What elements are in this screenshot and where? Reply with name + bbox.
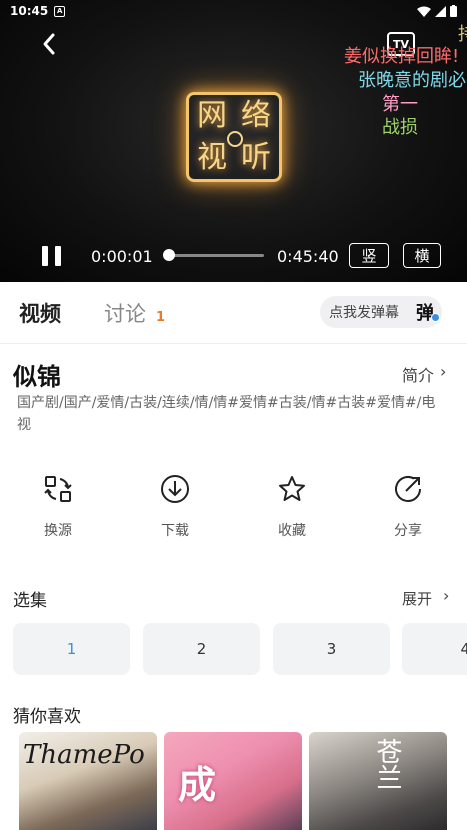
broadcast-logo: 网 络 视 听: [186, 92, 282, 182]
favorite-label: 收藏: [278, 523, 306, 539]
episode-button[interactable]: 1: [13, 623, 130, 675]
discuss-count-badge: 1: [156, 310, 166, 325]
status-bar: 10:45 A: [0, 0, 467, 22]
logo-char: 视: [197, 140, 227, 175]
wifi-icon: [417, 6, 431, 17]
recommend-title: 猜你喜欢: [13, 707, 81, 727]
tab-video[interactable]: 视频: [19, 298, 61, 328]
danmaku-placeholder: 点我发弹幕: [329, 305, 399, 321]
back-icon[interactable]: [36, 30, 64, 58]
episode-button[interactable]: 4: [402, 623, 467, 675]
current-time: 0:00:01: [91, 247, 153, 266]
recommend-poster[interactable]: 苍兰: [309, 732, 447, 830]
poster-title: 成: [178, 762, 217, 807]
chevron-right-icon[interactable]: ›: [440, 362, 446, 381]
episode-button[interactable]: 3: [273, 623, 390, 675]
recommend-poster[interactable]: 成: [164, 732, 302, 830]
danmaku-comment: 持: [458, 20, 467, 46]
expand-link[interactable]: 展开: [402, 588, 432, 609]
switch-source-label: 换源: [44, 523, 72, 539]
show-title: 似锦: [13, 363, 61, 391]
poster-title: ThamePo: [23, 740, 145, 770]
danmaku-comment: 姜似换掉回眸!: [344, 46, 460, 67]
signal-icon: [435, 5, 446, 17]
tab-discuss[interactable]: 讨论: [104, 298, 146, 328]
notification-icon: A: [54, 5, 66, 17]
check-icon: [431, 313, 440, 322]
action-bar: 换源 下载 收藏 分享: [0, 474, 467, 544]
portrait-button[interactable]: 竖: [349, 243, 389, 268]
logo-char: 络: [241, 98, 271, 133]
share-icon: [395, 476, 421, 502]
download-button[interactable]: 下载: [145, 474, 205, 540]
landscape-label: 横: [414, 247, 430, 265]
switch-source-button[interactable]: 换源: [28, 474, 88, 540]
content-tabs: 视频 讨论 1 点我发弹幕 弹: [0, 282, 467, 344]
total-time: 0:45:40: [277, 247, 339, 266]
player-controls: 0:00:01 0:45:40 竖 横: [0, 238, 467, 274]
download-icon: [161, 475, 189, 503]
share-label: 分享: [394, 523, 422, 539]
share-button[interactable]: 分享: [378, 474, 438, 540]
progress-bar[interactable]: [163, 249, 264, 261]
recommend-poster[interactable]: ThamePo: [19, 732, 157, 830]
show-tags: 国产剧/国产/爱情/古装/连续/情/情#爱情#古装/情#古装#爱情#/电视: [17, 395, 436, 433]
episode-button[interactable]: 2: [143, 623, 260, 675]
progress-knob[interactable]: [163, 249, 175, 261]
status-time: 10:45: [10, 4, 49, 18]
danmaku-toggle-button[interactable]: 弹: [416, 299, 440, 325]
switch-source-icon: [44, 476, 72, 502]
battery-icon: [450, 5, 457, 17]
chevron-right-icon[interactable]: ›: [443, 586, 449, 605]
favorite-button[interactable]: 收藏: [262, 474, 322, 540]
poster-title: 苍兰: [372, 738, 402, 790]
danmaku-comment: 战损: [382, 117, 418, 138]
star-icon: [279, 476, 305, 501]
video-player[interactable]: 10:45 A TV 网 络 视 听 持 姜似换掉回眸! 张晚意的剧必 第一 战…: [0, 0, 467, 282]
landscape-button[interactable]: 横: [403, 243, 441, 268]
portrait-label: 竖: [361, 247, 377, 265]
logo-char: 网: [197, 98, 227, 133]
episodes-title: 选集: [13, 591, 47, 611]
danmaku-comment: 张晚意的剧必: [358, 70, 466, 91]
pause-icon[interactable]: [42, 246, 62, 266]
logo-play-icon: [227, 131, 243, 147]
download-label: 下载: [161, 523, 189, 539]
intro-link[interactable]: 简介: [402, 362, 434, 386]
